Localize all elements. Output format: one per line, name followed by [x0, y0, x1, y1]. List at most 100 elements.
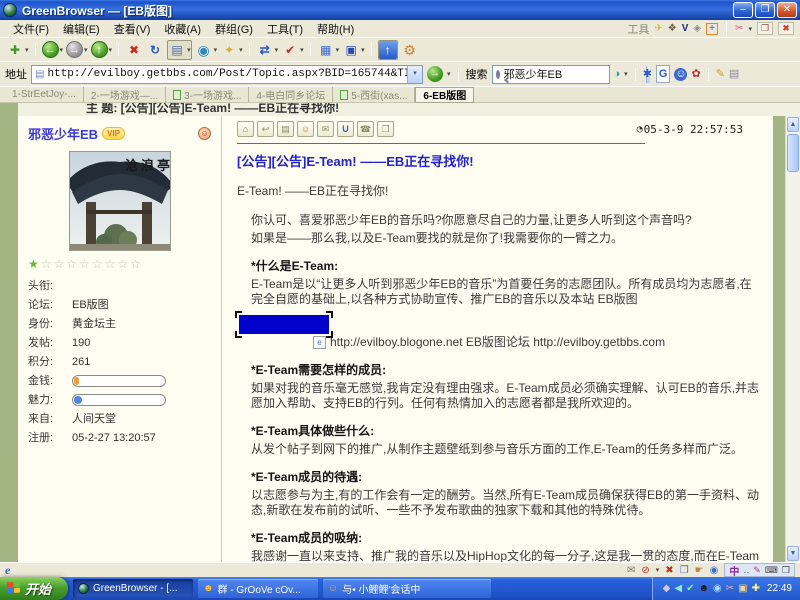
selected-image-placeholder[interactable] [239, 315, 329, 334]
ime-options-icon[interactable]: ❐ [782, 565, 790, 576]
vertical-scrollbar[interactable]: ▲ ▼ [785, 116, 800, 562]
settings-button[interactable]: ⚙ [401, 41, 419, 59]
back-button[interactable]: ←▾ [42, 41, 64, 58]
task-qq-group[interactable]: ☻ 群 - GrOoVe cOv... [198, 579, 318, 598]
tray-picture-icon[interactable]: ▣ [738, 577, 747, 600]
up-dropdown[interactable]: ▾ [109, 46, 113, 54]
forward-button[interactable]: →▾ [66, 41, 88, 58]
tab-4[interactable]: 4-电白同乡论坛 [249, 87, 333, 102]
add-panel-icon[interactable]: + [706, 23, 718, 35]
menu-view[interactable]: 查看(V) [107, 21, 158, 37]
swap-dropdown[interactable]: ▾ [275, 46, 279, 54]
menu-help[interactable]: 帮助(H) [310, 21, 361, 37]
refresh-button[interactable]: ↻ [146, 41, 164, 59]
tab-6-active[interactable]: 6-EB版图 [415, 87, 474, 103]
ad-block-dropdown[interactable]: ▾ [656, 566, 660, 574]
flower-icon[interactable]: ✿ [691, 66, 700, 82]
spellcheck-button[interactable]: ✔▾ [281, 41, 304, 59]
close-button[interactable]: ✕ [777, 2, 797, 18]
swap-button[interactable]: ⇄▾ [256, 41, 279, 59]
ime-dots-icon[interactable]: ‥ [743, 565, 749, 576]
hand-cursor-icon[interactable]: ☛ [695, 565, 704, 576]
ime-chinese-icon[interactable]: 中 [729, 563, 739, 578]
tiles-dropdown[interactable]: ▾ [336, 46, 340, 54]
tab-5[interactable]: 5-西街(xas... [333, 87, 415, 102]
tray-scissors-icon[interactable]: ✂ [726, 577, 734, 600]
tray-clock[interactable]: 22:49 [767, 583, 792, 594]
up-button[interactable]: ↑▾ [91, 41, 113, 58]
tray-msn-icon[interactable]: ◉ [713, 577, 722, 600]
address-dropdown[interactable]: ▾ [407, 66, 422, 83]
page-mode-dropdown[interactable]: ▾ [187, 46, 191, 54]
home-button[interactable]: ⌂ [237, 121, 254, 137]
new-tab-button[interactable]: ✚▾ [6, 41, 29, 59]
boss-key-icon[interactable]: ✂ [735, 23, 743, 34]
mail-button[interactable]: ✉ [317, 121, 334, 137]
ime-pen-icon[interactable]: ✎ [753, 565, 761, 576]
close-child-button[interactable]: ✖ [778, 22, 794, 35]
menu-tools[interactable]: 工具(T) [260, 21, 310, 37]
profile-button[interactable]: ☺ [297, 121, 314, 137]
forum-face-icon[interactable]: ☺ [674, 68, 687, 81]
restore-child-button[interactable]: ❐ [757, 22, 773, 35]
spellcheck-dropdown[interactable]: ▾ [300, 46, 304, 54]
language-bar[interactable]: 中 ‥ ✎ ⌨ ❐ [724, 563, 795, 577]
save-button[interactable]: ▣▾ [342, 41, 365, 59]
search-engine-dropdown[interactable]: ▾ [624, 70, 628, 78]
tray-antivirus-icon[interactable]: ✔ [686, 577, 694, 600]
tray-qq-icon[interactable]: ☻ [698, 577, 709, 600]
diamond-icon[interactable]: ◈ [693, 23, 701, 34]
tab-1[interactable]: 1-StrEetJoy-... [5, 87, 84, 102]
task-greenbrowser[interactable]: GreenBrowser - [... [73, 579, 193, 598]
internet-dropdown[interactable]: ▾ [214, 46, 218, 54]
tab-2[interactable]: 2-一场游戏—... [84, 87, 166, 102]
wand-dropdown[interactable]: ▾ [239, 46, 243, 54]
ime-keyboard-icon[interactable]: ⌨ [765, 565, 778, 576]
address-field[interactable]: ▤ ▾ [31, 65, 423, 84]
minimize-button[interactable]: – [733, 2, 753, 18]
new-tab-dropdown[interactable]: ▾ [25, 46, 29, 54]
username-link[interactable]: 邪恶少年EB [28, 124, 98, 143]
note-button[interactable]: ▤ [277, 121, 294, 137]
page-list-icon[interactable]: ▤ [729, 66, 739, 82]
scroll-track[interactable] [787, 172, 799, 546]
wand-button[interactable]: ✦▾ [220, 41, 243, 59]
task-msn-chat[interactable]: ☺ 与• 小鲤鲤'会话中 [323, 579, 491, 598]
search-engine-icon[interactable]: ◑ [614, 66, 621, 82]
scroll-up-button[interactable]: ▲ [787, 117, 799, 132]
menu-file[interactable]: 文件(F) [6, 21, 56, 37]
menu-favorites[interactable]: 收藏(A) [157, 21, 208, 37]
boss-key-dropdown[interactable]: ▾ [748, 25, 752, 33]
google-icon[interactable]: G [656, 65, 671, 83]
highlighter-icon[interactable]: ✎ [716, 66, 725, 82]
stop-button[interactable]: ✖ [125, 41, 143, 59]
go-button[interactable]: → [427, 66, 443, 82]
reply-button[interactable]: ↩ [257, 121, 274, 137]
page-mode-button[interactable]: ▤▾ [167, 40, 192, 60]
quote-button[interactable]: U [337, 121, 354, 137]
windows-cascade-icon[interactable]: ❐ [680, 565, 689, 576]
forward-dropdown[interactable]: ▾ [84, 46, 88, 54]
menu-edit[interactable]: 编辑(E) [56, 21, 107, 37]
menu-groups[interactable]: 群组(G) [208, 21, 260, 37]
tray-diamond-icon[interactable]: ◆ [663, 577, 671, 600]
go-dropdown[interactable]: ▾ [447, 70, 451, 78]
copy-button[interactable]: ❐ [377, 121, 394, 137]
back-dropdown[interactable]: ▾ [60, 46, 64, 54]
search-field[interactable]: ▾ [492, 65, 610, 84]
status-close-icon[interactable]: ✖ [665, 565, 673, 576]
tray-back-icon[interactable]: ◀ [674, 577, 682, 600]
tray-security-icon[interactable]: ✚ [752, 577, 760, 600]
online-globe-icon[interactable]: ◉ [710, 565, 719, 576]
upload-button[interactable]: ↑ [378, 40, 398, 60]
scroll-down-button[interactable]: ▼ [787, 546, 799, 561]
address-input[interactable] [47, 67, 407, 82]
baidu-paw-icon[interactable]: ✱ [643, 66, 652, 82]
v-icon[interactable]: V [682, 23, 689, 34]
tiles-button[interactable]: ▦▾ [317, 41, 340, 59]
contact-button[interactable]: ☎ [357, 121, 374, 137]
pet-icon[interactable]: ❖ [668, 23, 677, 34]
plane-icon[interactable]: ✈ [654, 23, 662, 34]
start-button[interactable]: 开始 [0, 577, 68, 600]
save-dropdown[interactable]: ▾ [361, 46, 365, 54]
